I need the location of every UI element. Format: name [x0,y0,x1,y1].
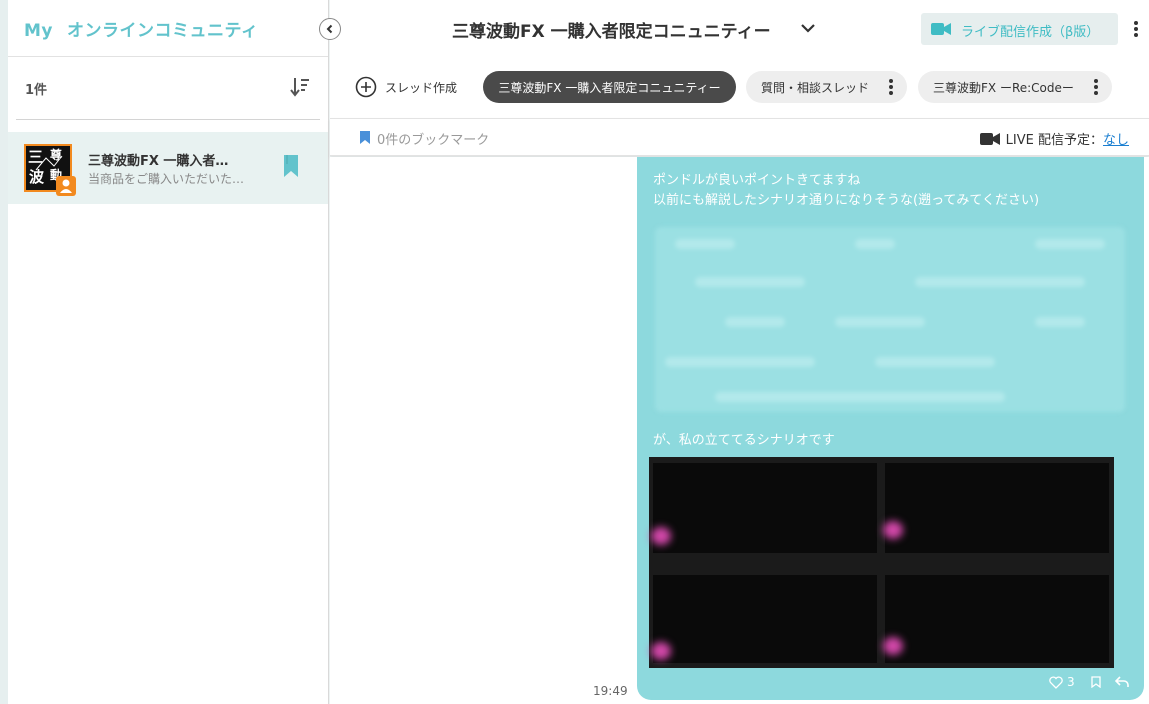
divider [8,56,328,57]
tab-label: 三尊波動FX 一購入者限定コニュニティー [498,80,721,95]
create-live-label: ライブ配信作成（β版） [961,25,1100,40]
plus-circle-icon [355,76,377,98]
divider [16,119,320,120]
more-options-icon[interactable] [1134,21,1138,37]
community-avatar: 三 尊 波 動 [24,144,76,196]
message-area: ポンドルが良いポイントきてますね 以前にも解説したシナリオ通りになりそうな(遡っ… [330,157,1149,704]
add-thread-label: スレッド作成 [385,80,458,95]
bookmark-icon[interactable] [1090,676,1101,688]
message-text: ポンドルが良いポイントきてますね [653,173,861,188]
sidebar: My オンラインコミュニティ 1件 三 尊 波 動 三尊波動FX 一購入者… 当商… [8,0,329,704]
tab-recode[interactable]: 三尊波動FX ーRe:Codeー [918,71,1112,103]
bookmark-icon [360,131,370,144]
create-live-button[interactable]: ライブ配信作成（β版） [921,13,1118,45]
message-time: 19:49 [593,684,628,698]
blurred-content [655,227,1125,412]
community-title: 三尊波動FX 一購入者… [88,154,229,169]
page-title[interactable]: 三尊波動FX 一購入者限定コニュニティー [452,17,771,42]
message-text: が、私の立ててるシナリオです [653,433,835,448]
brand-name: オンラインコミュニティ [67,21,259,41]
thread-header: 三尊波動FX 一購入者限定コニュニティー ライブ配信作成（β版） スレッド作成 … [330,0,1149,118]
community-count: 1件 [25,83,48,98]
tab-questions[interactable]: 質問・相談スレッド [746,71,907,103]
tab-label: 三尊波動FX ーRe:Codeー [933,80,1074,95]
message-text: 以前にも解説したシナリオ通りになりそうな(遡ってみてください) [653,193,1040,208]
left-edge [0,0,8,704]
live-schedule-link[interactable]: なし [1103,129,1129,148]
tab-main-community[interactable]: 三尊波動FX 一購入者限定コニュニティー [483,71,736,103]
message-actions: 3 [1049,675,1129,689]
live-schedule: LIVE 配信予定： なし [979,129,1129,148]
community-subtitle: 当商品をご購入いただいた… [88,172,245,186]
chart-screenshot-image[interactable] [649,457,1114,668]
add-thread-button[interactable]: スレッド作成 [355,76,457,98]
bookmark-icon[interactable] [282,154,300,178]
tab-label: 質問・相談スレッド [761,80,870,95]
bookmark-bar: 0件のブックマーク LIVE 配信予定： なし [330,118,1149,156]
sort-icon[interactable] [290,76,310,98]
bookmark-count[interactable]: 0件のブックマーク [377,129,489,148]
video-camera-icon [931,23,951,35]
video-camera-icon [979,132,1000,145]
tab-more-icon[interactable] [889,79,894,95]
chevron-left-icon [326,24,333,34]
like-count: 3 [1067,675,1075,689]
message-bubble: ポンドルが良いポイントきてますね 以前にも解説したシナリオ通りになりそうな(遡っ… [637,157,1144,700]
tab-more-icon[interactable] [1093,79,1098,95]
chevron-down-icon[interactable] [800,20,816,36]
brand-my: My [24,21,53,41]
brand-title[interactable]: My オンラインコミュニティ [24,16,258,41]
owner-badge-icon [56,176,76,196]
live-schedule-label: LIVE 配信予定： [1005,133,1103,148]
community-list-item[interactable]: 三 尊 波 動 三尊波動FX 一購入者… 当商品をご購入いただいた… [8,132,328,204]
collapse-sidebar-button[interactable] [319,18,341,40]
reply-icon[interactable] [1114,676,1129,688]
heart-icon[interactable] [1049,675,1063,689]
